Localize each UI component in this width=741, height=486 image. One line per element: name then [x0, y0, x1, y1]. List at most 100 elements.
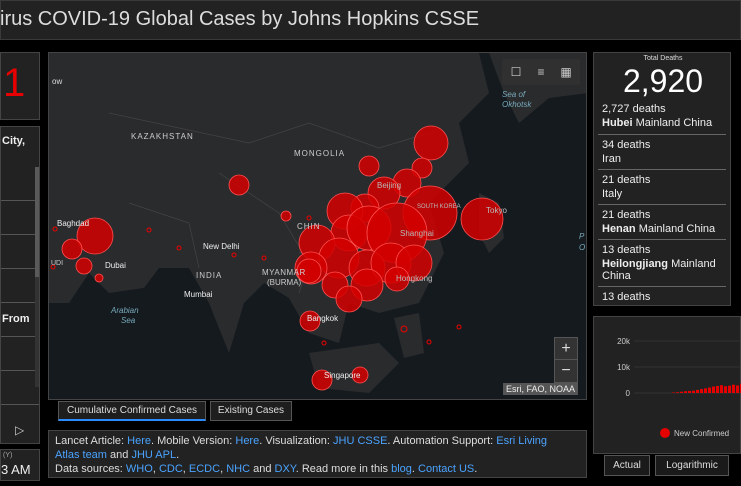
death-country: Italy [602, 188, 623, 200]
scrollbar-thumb[interactable] [35, 167, 39, 277]
nhc-link[interactable]: NHC [226, 463, 250, 475]
map-canvas[interactable]: KAZAKHSTAN MONGOLIA Sea of Okhotsk Beiji… [49, 53, 587, 400]
esri-living-link[interactable]: Esri Living [496, 435, 547, 447]
lancet-link[interactable]: Here [127, 435, 151, 447]
new-confirmed-chart: 20k 10k 0 New Confirmed [617, 337, 741, 438]
last-updated-time: 3 AM [1, 462, 31, 477]
total-deaths-value: 2,920 [622, 63, 704, 99]
death-list-item[interactable]: 13 deaths Heilongjiang Mainland China [598, 240, 726, 287]
label-burma: (BURMA) [267, 278, 302, 287]
jhu-apl-link[interactable]: JHU APL [131, 449, 176, 461]
total-confirmed-value: 1 [3, 61, 26, 105]
label-pacific-o: O [579, 243, 585, 252]
death-location: Henan Mainland China [602, 223, 715, 235]
total-deaths-label: Total Deaths [643, 55, 683, 62]
new-confirmed-chart-panel: 20k 10k 0 New Confirmed [593, 316, 741, 454]
label-hongkong: Hongkong [396, 274, 432, 283]
list-item-label: City, [2, 135, 26, 147]
blog-link[interactable]: blog [391, 463, 412, 475]
death-count: 13 deaths [602, 244, 651, 256]
label-south-korea: SOUTH KOREA [417, 204, 461, 210]
chart-bar [680, 391, 683, 393]
next-page-icon[interactable]: ▷ [15, 423, 24, 437]
chart-bar [688, 390, 691, 393]
contact-link[interactable]: Contact US [418, 463, 474, 475]
footer-line-1: Lancet Article: Here. Mobile Version: He… [55, 435, 548, 447]
ecdc-link[interactable]: ECDC [189, 463, 220, 475]
atlas-team-link[interactable]: Atlas team [55, 449, 107, 461]
death-count: 2,727 deaths [602, 103, 666, 115]
chart-bar [736, 385, 739, 393]
chart-bar [676, 392, 679, 393]
legend-list-icon[interactable]: ≡ [531, 62, 551, 82]
page-title: irus COVID-19 Global Cases by Johns Hopk… [0, 8, 480, 30]
list-item-label: From [2, 313, 30, 325]
y-tick-label: 0 [626, 389, 631, 398]
label-arabian-1: Arabian [110, 306, 139, 315]
death-location: Iran [602, 153, 621, 165]
death-region: Hubei [602, 117, 633, 129]
confirmed-by-country-list[interactable]: City, From ▷ [0, 126, 40, 444]
mobile-link[interactable]: Here [235, 435, 259, 447]
bookmark-icon[interactable]: ☐ [506, 62, 526, 82]
footer-line-2: Atlas team and JHU APL. [55, 449, 180, 461]
label-arabian-2: Sea [121, 316, 136, 325]
legend-swatch [660, 428, 670, 438]
label-bangkok: Bangkok [307, 314, 339, 323]
death-region: Heilongjiang [602, 258, 668, 270]
chart-bar [704, 388, 707, 393]
legend-label: New Confirmed [674, 429, 729, 438]
chart-bar [708, 387, 711, 393]
label-beijing: Beijing [377, 181, 401, 190]
death-list-item[interactable]: 21 deaths Henan Mainland China [598, 205, 726, 240]
death-list-item[interactable]: 34 deaths Iran [598, 135, 726, 170]
death-location: Italy [602, 188, 622, 200]
death-list-item[interactable]: 2,727 deaths Hubei Mainland China [598, 99, 726, 135]
death-country: Mainland China [638, 223, 716, 235]
label-myanmar: MYANMAR [262, 268, 306, 277]
info-footer: Lancet Article: Here. Mobile Version: He… [48, 430, 587, 478]
label-baghdad: Baghdad [57, 219, 89, 228]
label-dubai: Dubai [105, 261, 126, 270]
tab-logarithmic[interactable]: Logarithmic [655, 455, 729, 476]
label-china: CHIN [297, 222, 321, 231]
tab-cumulative-confirmed[interactable]: Cumulative Confirmed Cases [58, 401, 206, 421]
label-mumbai: Mumbai [184, 290, 213, 299]
death-list-item[interactable]: 13 deaths [598, 287, 726, 307]
y-tick-label: 20k [617, 337, 631, 346]
death-list-item[interactable]: 21 deaths Italy [598, 170, 726, 205]
death-count: 21 deaths [602, 209, 651, 221]
chart-bar [700, 389, 703, 393]
death-country: Iran [602, 153, 621, 165]
death-location: Heilongjiang Mainland China [602, 258, 722, 282]
chart-bar [724, 386, 727, 393]
y-tick-label: 10k [617, 363, 631, 372]
zoom-out-button[interactable]: − [554, 359, 578, 383]
cdc-link[interactable]: CDC [159, 463, 183, 475]
death-region: Henan [602, 223, 636, 235]
map-toolbar: ☐ ≡ ▦ [502, 59, 580, 85]
label-kazakhstan: KAZAKHSTAN [131, 132, 194, 141]
who-link[interactable]: WHO [126, 463, 153, 475]
chart-bar [720, 385, 723, 393]
death-count: 13 deaths [602, 291, 651, 303]
total-deaths-panel: Total Deaths 2,920 2,727 deaths Hubei Mai… [593, 52, 731, 306]
dxy-link[interactable]: DXY [275, 463, 296, 475]
chart-bar [712, 386, 715, 393]
last-updated-panel: (Y) 3 AM [0, 449, 40, 481]
world-map[interactable]: KAZAKHSTAN MONGOLIA Sea of Okhotsk Beiji… [48, 52, 587, 400]
jhu-csse-link[interactable]: JHU CSSE [333, 435, 387, 447]
chart-bar [716, 385, 719, 393]
qr-code-icon[interactable]: ▦ [556, 62, 576, 82]
zoom-in-button[interactable]: + [554, 337, 578, 361]
label-udi: UDI [51, 260, 63, 267]
tab-actual[interactable]: Actual [604, 455, 650, 476]
total-confirmed-panel: 1 [0, 52, 40, 120]
label-new-delhi: New Delhi [203, 242, 240, 251]
death-location: Hubei Mainland China [602, 117, 712, 129]
list-scrollbar[interactable] [35, 167, 39, 387]
tab-existing-cases[interactable]: Existing Cases [210, 401, 292, 421]
label-singapore: Singapore [324, 371, 361, 380]
label-shanghai: Shanghai [400, 229, 434, 238]
app-header: irus COVID-19 Global Cases by Johns Hopk… [0, 0, 741, 40]
